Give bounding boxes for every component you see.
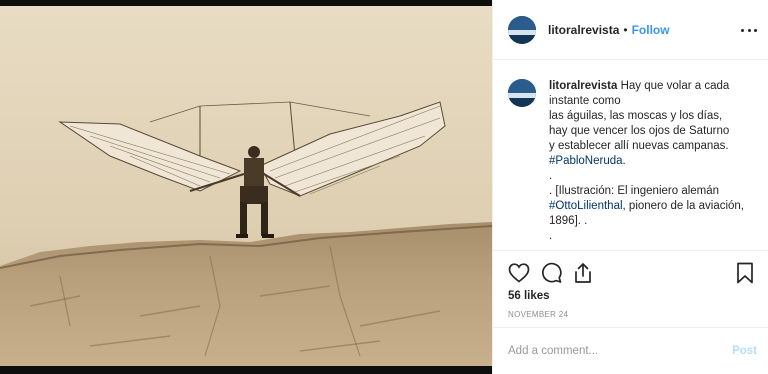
action-icons-row <box>507 261 762 287</box>
heart-icon[interactable] <box>507 261 531 285</box>
share-icon[interactable] <box>571 261 595 285</box>
caption-final-dot: . <box>549 230 553 242</box>
caption-line-4: hay que vencer los ojos de Saturno <box>549 125 730 137</box>
caption-period: . <box>622 155 626 167</box>
post-photo[interactable] <box>0 6 492 366</box>
username-link[interactable]: litoralrevista <box>548 23 619 37</box>
more-options-icon[interactable] <box>741 22 757 38</box>
post-date[interactable]: NOVEMBER 24 <box>508 310 568 319</box>
caption-comment: litoralrevista Hay que volar a cada inst… <box>493 61 768 249</box>
post-side-panel: litoralrevista • Follow litoralrevista H… <box>492 0 768 374</box>
caption-line-5: y establecer allí nuevas campanas. <box>549 140 729 152</box>
hashtag-otto-lilienthal[interactable]: #OttoLilienthal <box>549 200 623 212</box>
caption-line-1: Hay que volar a cada <box>620 80 730 92</box>
add-comment-section: Post <box>493 327 768 374</box>
caption-dot-line: . <box>549 170 553 182</box>
comment-input[interactable] <box>508 345 718 357</box>
hashtag-pablo-neruda[interactable]: #PabloNeruda <box>549 155 623 167</box>
avatar[interactable] <box>508 15 536 44</box>
instagram-post: litoralrevista • Follow litoralrevista H… <box>0 0 768 374</box>
photo-bottom-border <box>0 366 492 374</box>
caption-year-line: 1896]. . <box>549 215 588 227</box>
post-comment-button[interactable]: Post <box>732 345 757 357</box>
caption-text: litoralrevista Hay que volar a cada inst… <box>549 79 757 249</box>
bookmark-icon[interactable] <box>733 261 757 285</box>
caption-line-3: las águilas, las moscas y los días, <box>549 110 723 122</box>
caption-illustration-line: . [Ilustración: El ingeniero alemán <box>549 185 720 197</box>
caption-avatar[interactable] <box>508 79 536 107</box>
post-header: litoralrevista • Follow <box>493 0 768 60</box>
separator-dot: • <box>623 22 628 37</box>
caption-username-link[interactable]: litoralrevista <box>549 80 617 92</box>
caption-line-2: instante como <box>549 95 621 107</box>
caption-pioneer-text: , pionero de la aviación, <box>622 200 744 212</box>
likes-count[interactable]: 56 likes <box>508 290 550 302</box>
comment-icon[interactable] <box>539 261 563 285</box>
glider-photo-image <box>0 6 492 366</box>
follow-button[interactable]: Follow <box>632 23 670 37</box>
